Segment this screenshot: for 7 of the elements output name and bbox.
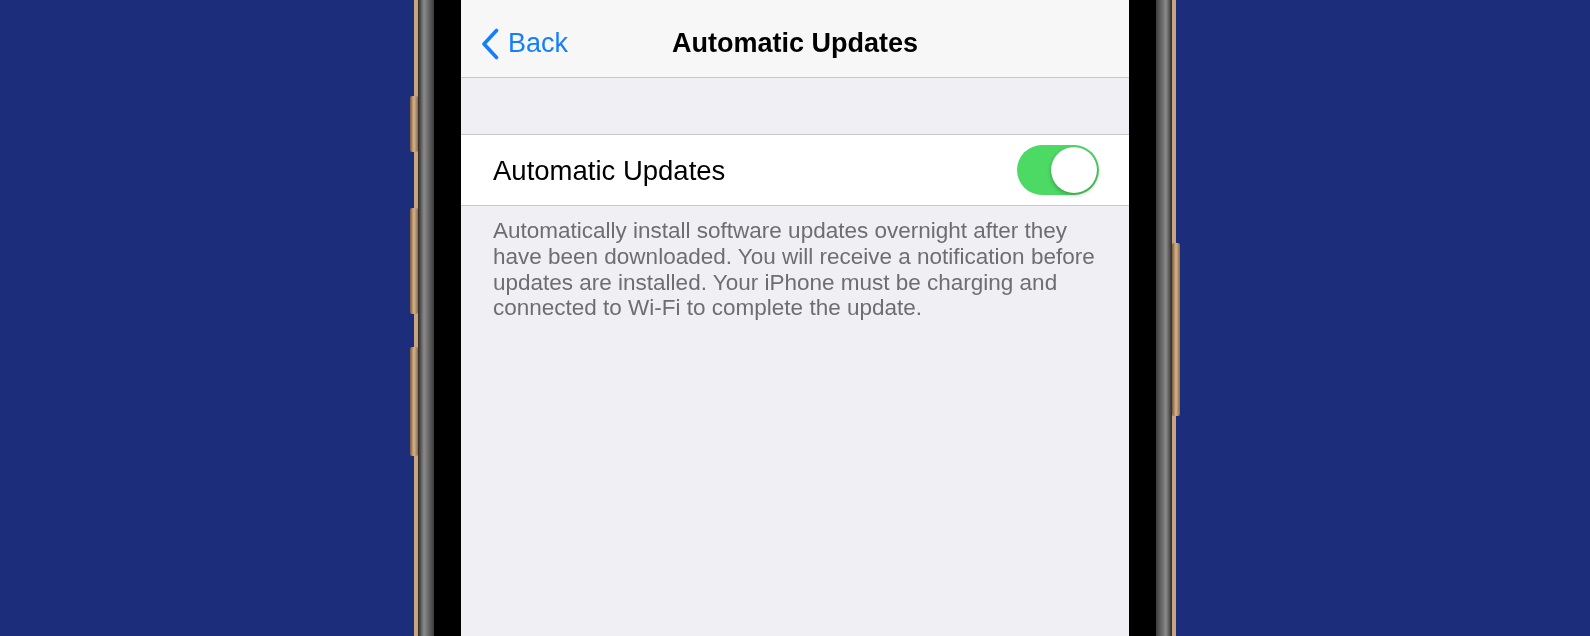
phone-side-key bbox=[410, 96, 418, 152]
footer-note: Automatically install software updates overnight after they have been downloaded. You will receive a notification before updates are installed. Your iPhone must be charging and connected to Wi-Fi to complete the update. bbox=[493, 218, 1096, 322]
toggle-switch[interactable] bbox=[1017, 145, 1099, 195]
chevron-left-icon bbox=[481, 27, 499, 60]
setting-label: Automatic Updates bbox=[493, 154, 726, 187]
back-button[interactable]: Back bbox=[461, 23, 575, 64]
nav-title: Automatic Updates bbox=[671, 28, 918, 59]
